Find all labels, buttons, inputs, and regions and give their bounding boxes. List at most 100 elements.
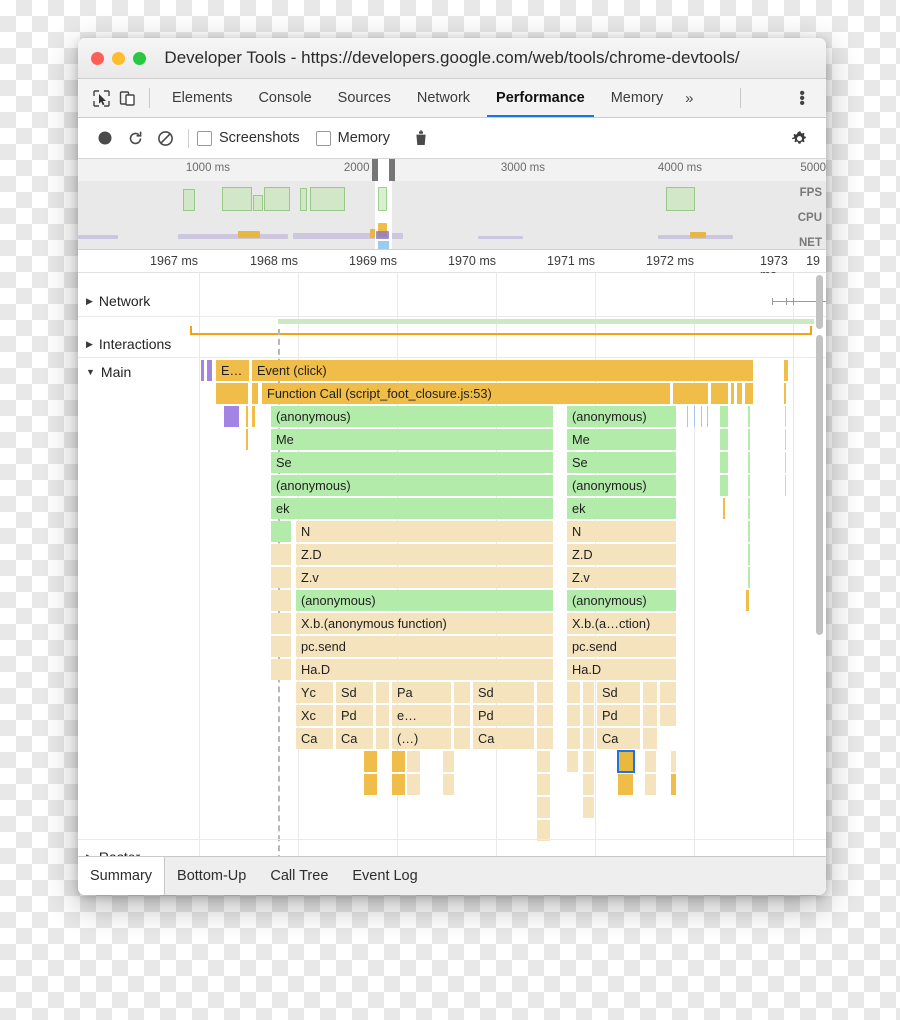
flame-bar[interactable]: Ha.D [296, 659, 554, 680]
device-toolbar-icon[interactable] [114, 85, 140, 111]
flame-bar[interactable]: (…) [392, 728, 452, 749]
flame-bar-unlabeled[interactable] [694, 406, 696, 427]
close-button[interactable] [91, 51, 104, 65]
flame-bar-unlabeled[interactable] [583, 797, 595, 818]
overview-left-handle[interactable] [372, 159, 378, 181]
vertical-scrollbar-2[interactable] [816, 335, 823, 635]
flame-bar-unlabeled[interactable] [785, 452, 787, 473]
flame-bar[interactable]: Ha.D [567, 659, 677, 680]
flame-bar-unlabeled[interactable] [583, 774, 595, 795]
flame-bar-unlabeled[interactable] [701, 406, 703, 427]
flame-bar-unlabeled[interactable] [376, 728, 390, 749]
minimize-button[interactable] [112, 51, 125, 65]
overview-right-handle[interactable] [389, 159, 395, 181]
flame-bar-unlabeled[interactable] [271, 544, 292, 565]
tab-console[interactable]: Console [245, 79, 324, 117]
flame-bar-unlabeled[interactable] [785, 475, 787, 496]
memory-checkbox[interactable]: Memory [315, 130, 390, 146]
flame-chart-pane[interactable]: ▶ Network ▶ Interactions ▼ Main E… Event … [78, 273, 826, 883]
flame-bar-unlabeled[interactable] [748, 544, 751, 565]
flame-bar[interactable]: Ca [473, 728, 535, 749]
flame-bar-unlabeled[interactable] [687, 406, 689, 427]
flame-bar-unlabeled[interactable] [671, 774, 677, 795]
flame-bar-unlabeled[interactable] [364, 774, 378, 795]
flame-bar[interactable]: Se [271, 452, 554, 473]
reload-record-icon[interactable] [120, 123, 150, 153]
flame-bar-unlabeled[interactable] [443, 751, 455, 772]
flame-bar-unlabeled[interactable] [707, 406, 709, 427]
flame-bar-unlabeled[interactable] [583, 751, 595, 772]
flame-bar[interactable]: ek [567, 498, 677, 519]
flame-bar-unlabeled[interactable] [567, 705, 581, 726]
flame-bar-unlabeled[interactable] [737, 383, 743, 404]
flame-bar-unlabeled[interactable] [271, 659, 292, 680]
flame-bar-unlabeled[interactable] [720, 452, 729, 473]
flame-bar-unlabeled[interactable] [673, 383, 709, 404]
flame-bar[interactable]: Pd [473, 705, 535, 726]
flame-bar-unlabeled[interactable] [723, 498, 726, 519]
flame-bar-unlabeled[interactable] [224, 406, 240, 427]
flame-bar-unlabeled[interactable] [454, 728, 471, 749]
flame-bar-unlabeled[interactable] [537, 705, 554, 726]
flame-bar[interactable]: Me [567, 429, 677, 450]
vertical-scrollbar[interactable] [816, 275, 823, 329]
flame-bar[interactable]: (anonymous) [296, 590, 554, 611]
flame-bar-unlabeled[interactable] [748, 429, 751, 450]
flame-bar-unlabeled[interactable] [207, 360, 213, 381]
trash-icon[interactable] [406, 123, 436, 153]
flame-bar-unlabeled[interactable] [645, 751, 657, 772]
flame-bar-unlabeled[interactable] [567, 682, 581, 703]
gear-icon[interactable] [784, 123, 814, 153]
flame-bar-unlabeled[interactable] [376, 682, 390, 703]
flame-bar-unlabeled[interactable] [252, 406, 256, 427]
flame-bar-unlabeled[interactable] [271, 567, 292, 588]
flame-bar-unlabeled[interactable] [407, 774, 421, 795]
flame-bar-unlabeled[interactable] [583, 728, 595, 749]
tab-memory[interactable]: Memory [598, 79, 676, 117]
track-main[interactable]: ▼ Main [86, 364, 131, 380]
flame-bar[interactable]: Function Call (script_foot_closure.js:53… [262, 383, 671, 404]
flame-bar-unlabeled[interactable] [271, 590, 292, 611]
flame-bar[interactable]: (anonymous) [271, 406, 554, 427]
flame-bar[interactable]: (anonymous) [271, 475, 554, 496]
track-network[interactable]: ▶ Network [86, 293, 150, 309]
flame-bar-unlabeled[interactable] [645, 774, 657, 795]
flame-bar[interactable]: Xc [296, 705, 334, 726]
flame-bar[interactable]: ek [271, 498, 554, 519]
flame-bar-unlabeled[interactable] [537, 728, 554, 749]
flame-bar-unlabeled[interactable] [567, 728, 581, 749]
tab-network[interactable]: Network [404, 79, 483, 117]
flame-bar-unlabeled[interactable] [671, 751, 677, 772]
record-icon[interactable] [90, 123, 120, 153]
flame-bar-unlabeled[interactable] [617, 750, 635, 773]
flame-bar-unlabeled[interactable] [537, 751, 551, 772]
flame-bar[interactable]: Pd [597, 705, 641, 726]
flame-bar-unlabeled[interactable] [618, 774, 634, 795]
flame-bar-unlabeled[interactable] [537, 774, 551, 795]
flame-bar[interactable]: pc.send [567, 636, 677, 657]
flame-bar-unlabeled[interactable] [748, 452, 751, 473]
flame-bar[interactable]: Z.v [296, 567, 554, 588]
clear-icon[interactable] [150, 123, 180, 153]
flame-bar-unlabeled[interactable] [784, 360, 789, 381]
flame-bar[interactable]: Ca [336, 728, 374, 749]
flame-bar[interactable]: Pd [336, 705, 374, 726]
flame-bar-unlabeled[interactable] [785, 406, 787, 427]
flame-bar[interactable]: (anonymous) [567, 590, 677, 611]
flame-bar[interactable]: Z.D [567, 544, 677, 565]
flame-bar-unlabeled[interactable] [643, 682, 658, 703]
flame-bar-unlabeled[interactable] [583, 705, 595, 726]
flame-bar[interactable]: Yc [296, 682, 334, 703]
flame-bar-unlabeled[interactable] [748, 475, 751, 496]
flame-bar-unlabeled[interactable] [660, 682, 677, 703]
flame-bar-unlabeled[interactable] [785, 429, 787, 450]
flame-bar-unlabeled[interactable] [746, 590, 750, 611]
tab-sources[interactable]: Sources [325, 79, 404, 117]
flame-bar[interactable]: Ca [597, 728, 641, 749]
overview-pane[interactable]: 1000 ms 2000 ms 3000 ms 4000 ms 5000 FPS… [78, 159, 826, 250]
flame-bar-unlabeled[interactable] [583, 682, 595, 703]
flame-bar-unlabeled[interactable] [392, 751, 406, 772]
flame-bar[interactable]: Z.v [567, 567, 677, 588]
flame-bar-unlabeled[interactable] [537, 797, 551, 818]
flame-bar-unlabeled[interactable] [643, 705, 658, 726]
